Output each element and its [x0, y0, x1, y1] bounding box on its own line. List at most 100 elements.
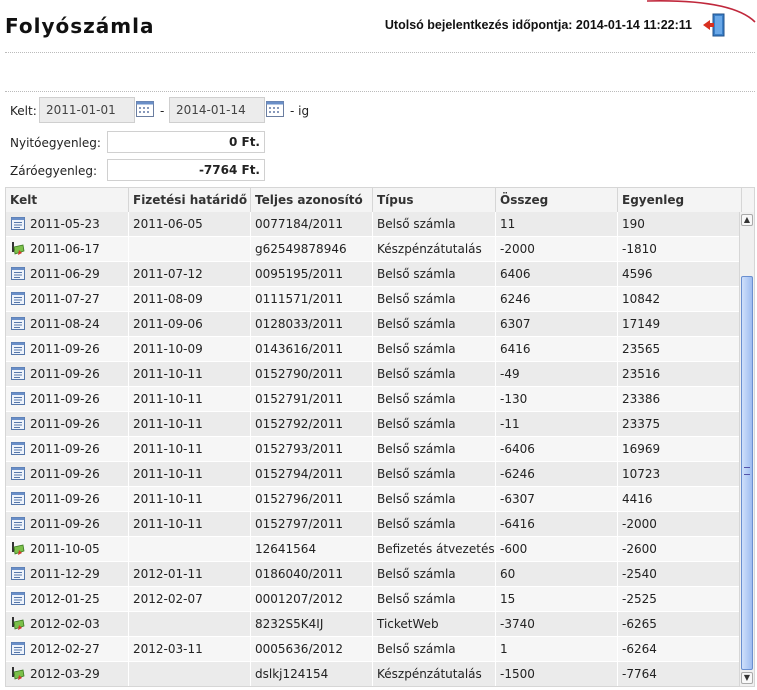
cell-fizetesi-hatarido: 2011-10-11: [129, 487, 251, 511]
cell-fizetesi-hatarido: 2011-10-11: [129, 387, 251, 411]
date-separator: -: [160, 104, 165, 118]
cell-teljes-azonosito: 0128033/2011: [251, 312, 373, 336]
column-header-osszeg[interactable]: Összeg: [496, 188, 618, 212]
invoice-icon[interactable]: [11, 492, 25, 505]
invoice-icon[interactable]: [11, 292, 25, 305]
table-row[interactable]: 2011-10-05 12641564 Befizetés átvezetés -60…: [6, 537, 742, 562]
table-row[interactable]: 2011-12-29 2012-01-11 0186040/2011 Belső sz…: [6, 562, 742, 587]
table-row[interactable]: 2011-05-23 2011-06-05 0077184/2011 Belső sz…: [6, 212, 742, 237]
invoice-icon[interactable]: [11, 317, 25, 330]
cell-egyenleg: 10723: [618, 462, 742, 486]
cell-tipus: Készpénzátutalás: [373, 237, 496, 261]
calendar-icon[interactable]: [266, 101, 284, 117]
column-header-tipus[interactable]: Típus: [373, 188, 496, 212]
table-row[interactable]: 2011-09-26 2011-10-09 0143616/2011 Belső sz…: [6, 337, 742, 362]
column-header-fizetesi-hatarido[interactable]: Fizetési határidő: [129, 188, 251, 212]
cell-egyenleg: -2600: [618, 537, 742, 561]
cell-kelt: 2011-12-29: [6, 562, 129, 586]
invoice-icon[interactable]: [11, 367, 25, 380]
calendar-icon[interactable]: [136, 101, 154, 117]
cell-teljes-azonosito: 0152797/2011: [251, 512, 373, 536]
cell-kelt: 2012-01-25: [6, 587, 129, 611]
cell-fizetesi-hatarido: 2011-09-06: [129, 312, 251, 336]
invoice-icon[interactable]: [11, 467, 25, 480]
payment-icon[interactable]: [11, 242, 25, 255]
cell-teljes-azonosito: g62549878946: [251, 237, 373, 261]
invoice-icon[interactable]: [11, 517, 25, 530]
table-row[interactable]: 2011-09-26 2011-10-11 0152794/2011 Belső sz…: [6, 462, 742, 487]
invoice-icon[interactable]: [11, 267, 25, 280]
closing-balance-value: -7764 Ft.: [107, 159, 265, 181]
payment-icon[interactable]: [11, 542, 25, 555]
payment-icon[interactable]: [11, 617, 25, 630]
date-to-field[interactable]: 2014-01-14: [169, 97, 265, 123]
opening-balance-value: 0 Ft.: [107, 131, 265, 153]
column-header-teljes-azonosito[interactable]: Teljes azonosító: [251, 188, 373, 212]
cell-tipus: Belső számla: [373, 337, 496, 361]
table-row[interactable]: 2011-09-26 2011-10-11 0152791/2011 Belső sz…: [6, 387, 742, 412]
invoice-icon[interactable]: [11, 442, 25, 455]
cell-tipus: Belső számla: [373, 562, 496, 586]
table-row[interactable]: 2012-02-03 8232S5K4IJ TicketWeb -3740 -6265: [6, 612, 742, 637]
cell-kelt: 2011-09-26: [6, 362, 129, 386]
cell-teljes-azonosito: 0095195/2011: [251, 262, 373, 286]
table-row[interactable]: 2011-07-27 2011-08-09 0111571/2011 Belső sz…: [6, 287, 742, 312]
table-row[interactable]: 2011-09-26 2011-10-11 0152796/2011 Belső sz…: [6, 487, 742, 512]
cell-egyenleg: 4416: [618, 487, 742, 511]
page-title: Folyószámla: [5, 14, 155, 38]
exit-door-icon[interactable]: [701, 12, 727, 38]
cell-tipus: Belső számla: [373, 312, 496, 336]
cell-egyenleg: 23386: [618, 387, 742, 411]
table-row[interactable]: 2011-08-24 2011-09-06 0128033/2011 Belső sz…: [6, 312, 742, 337]
table-row[interactable]: 2011-09-26 2011-10-11 0152790/2011 Belső sz…: [6, 362, 742, 387]
invoice-icon[interactable]: [11, 592, 25, 605]
date-suffix: - ig: [290, 104, 310, 118]
column-header-egyenleg[interactable]: Egyenleg: [618, 188, 742, 212]
cell-fizetesi-hatarido: 2011-10-09: [129, 337, 251, 361]
invoice-icon[interactable]: [11, 642, 25, 655]
cell-kelt: 2011-08-24: [6, 312, 129, 336]
cell-kelt: 2011-09-26: [6, 487, 129, 511]
cell-fizetesi-hatarido: [129, 662, 251, 686]
cell-egyenleg: 16969: [618, 437, 742, 461]
cell-teljes-azonosito: 0152791/2011: [251, 387, 373, 411]
cell-tipus: Belső számla: [373, 462, 496, 486]
cell-osszeg: 6246: [496, 287, 618, 311]
cell-egyenleg: -6264: [618, 637, 742, 661]
cell-teljes-azonosito: 0152796/2011: [251, 487, 373, 511]
grid-rows: 2011-05-23 2011-06-05 0077184/2011 Belső sz…: [6, 212, 742, 686]
cell-teljes-azonosito: 0143616/2011: [251, 337, 373, 361]
scroll-down-button[interactable]: ▼: [741, 672, 753, 684]
date-from-field[interactable]: 2011-01-01: [39, 97, 135, 123]
cell-fizetesi-hatarido: 2011-07-12: [129, 262, 251, 286]
scroll-up-button[interactable]: ▲: [741, 214, 753, 226]
table-row[interactable]: 2011-09-26 2011-10-11 0152792/2011 Belső sz…: [6, 412, 742, 437]
invoice-icon[interactable]: [11, 342, 25, 355]
invoice-icon[interactable]: [11, 567, 25, 580]
cell-kelt: 2011-06-17: [6, 237, 129, 261]
closing-balance-label: Záróegyenleg:: [10, 164, 98, 178]
scroll-thumb[interactable]: [741, 276, 753, 670]
cell-tipus: Belső számla: [373, 637, 496, 661]
cell-fizetesi-hatarido: 2012-03-11: [129, 637, 251, 661]
table-row[interactable]: 2011-09-26 2011-10-11 0152793/2011 Belső sz…: [6, 437, 742, 462]
cell-teljes-azonosito: 0152792/2011: [251, 412, 373, 436]
payment-icon[interactable]: [11, 667, 25, 680]
invoice-icon[interactable]: [11, 417, 25, 430]
cell-osszeg: -1500: [496, 662, 618, 686]
cell-fizetesi-hatarido: 2011-10-11: [129, 437, 251, 461]
table-row[interactable]: 2011-06-29 2011-07-12 0095195/2011 Belső sz…: [6, 262, 742, 287]
invoice-icon[interactable]: [11, 217, 25, 230]
cell-kelt: 2011-09-26: [6, 412, 129, 436]
table-row[interactable]: 2011-09-26 2011-10-11 0152797/2011 Belső sz…: [6, 512, 742, 537]
cell-fizetesi-hatarido: 2011-10-11: [129, 412, 251, 436]
table-row[interactable]: 2012-01-25 2012-02-07 0001207/2012 Belső sz…: [6, 587, 742, 612]
table-row[interactable]: 2012-02-27 2012-03-11 0005636/2012 Belső sz…: [6, 637, 742, 662]
invoice-icon[interactable]: [11, 392, 25, 405]
cell-osszeg: -6307: [496, 487, 618, 511]
column-header-kelt[interactable]: Kelt: [6, 188, 129, 212]
table-row[interactable]: 2011-06-17 g62549878946 Készpénzátutalás -2…: [6, 237, 742, 262]
grid-scrollbar[interactable]: ▲ ▼: [739, 212, 754, 686]
table-row[interactable]: 2012-03-29 dslkj124154 Készpénzátutalás -15…: [6, 662, 742, 686]
cell-tipus: Készpénzátutalás: [373, 662, 496, 686]
